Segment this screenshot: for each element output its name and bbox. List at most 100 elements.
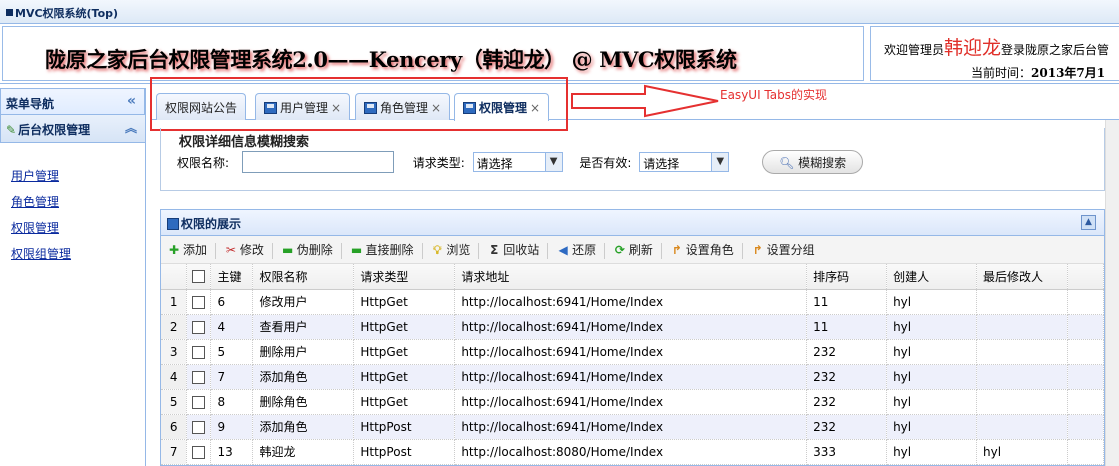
sidebar-section-header[interactable]: ✎ 后台权限管理 ︽	[0, 115, 145, 143]
time-value: 2013年7月1	[1031, 66, 1106, 80]
column-header-name[interactable]: 权限名称	[252, 264, 355, 290]
cell-id: 6	[210, 289, 254, 315]
remove-icon: ▬	[350, 243, 363, 257]
cell-filler	[1067, 439, 1104, 465]
cell-id: 4	[210, 314, 254, 340]
refresh-button[interactable]: ⟳ 刷新	[611, 241, 659, 258]
cell-creator: hyl	[886, 439, 977, 465]
table-row[interactable]: 3 5 删除用户 HttpGet http://localhost:6941/H…	[161, 339, 1104, 365]
cell-modifier	[976, 389, 1068, 415]
row-checkbox[interactable]	[186, 289, 212, 315]
sidebar: 菜单导航 « ✎ 后台权限管理 ︽ 用户管理 角色管理 权限管理 权限组管理	[0, 88, 146, 466]
table-header-row: 主键 权限名称 请求类型 请求地址 排序码 创建人 最后修改人	[161, 264, 1104, 290]
search-panel: 权限详细信息模糊搜索 权限名称: 请求类型: 请选择 ▼ 是否有效: 请选择 ▼ 🔍…	[160, 128, 1105, 191]
soft-delete-button[interactable]: ▬ 伪删除	[279, 241, 339, 258]
cell-modifier	[976, 339, 1068, 365]
request-type-select[interactable]: 请选择 ▼	[472, 152, 563, 172]
cell-request-url: http://localhost:6941/Home/Index	[454, 364, 808, 390]
cell-name: 韩迎龙	[252, 439, 355, 465]
valid-select[interactable]: 请选择 ▼	[639, 152, 730, 172]
collapse-up-icon[interactable]: ▲	[1081, 215, 1096, 230]
cell-request-url: http://localhost:6941/Home/Index	[454, 314, 808, 340]
row-checkbox[interactable]	[186, 414, 212, 440]
hard-delete-label: 直接删除	[365, 243, 414, 257]
table-row[interactable]: 5 8 删除角色 HttpGet http://localhost:6941/H…	[161, 389, 1104, 415]
welcome-panel: 欢迎管理员韩迎龙登录陇原之家后台管 当前时间：2013年7月1	[870, 26, 1119, 81]
restore-button[interactable]: ◀ 还原	[554, 241, 602, 258]
checkbox[interactable]	[192, 270, 206, 284]
welcome-prefix: 欢迎管理员	[884, 43, 945, 57]
cell-request-type: HttpGet	[353, 389, 456, 415]
checkbox[interactable]	[192, 370, 206, 384]
current-time: 当前时间：2013年7月1	[971, 64, 1106, 80]
collapse-left-icon[interactable]: «	[127, 93, 136, 109]
checkbox[interactable]	[192, 420, 206, 434]
column-header-creator[interactable]: 创建人	[886, 264, 977, 290]
valid-value: 请选择	[643, 157, 680, 171]
browse-button[interactable]: 💡︎ 浏览	[428, 241, 476, 258]
row-checkbox[interactable]	[186, 314, 212, 340]
column-header-id[interactable]: 主键	[210, 264, 254, 290]
table-row[interactable]: 7 13 韩迎龙 HttpPost http://localhost:8080/…	[161, 439, 1104, 465]
vertical-scrollbar[interactable]	[1105, 120, 1119, 466]
row-checkbox[interactable]	[186, 439, 212, 465]
recycle-bin-button[interactable]: Σ 回收站	[485, 241, 545, 258]
sidebar-item-role-management[interactable]: 角色管理	[11, 189, 145, 215]
row-number: 4	[161, 364, 188, 390]
table-row[interactable]: 2 4 查看用户 HttpGet http://localhost:6941/H…	[161, 314, 1104, 340]
column-header-modifier[interactable]: 最后修改人	[976, 264, 1068, 290]
sidebar-item-permission-management[interactable]: 权限管理	[11, 215, 145, 241]
sidebar-title: 菜单导航	[6, 97, 55, 111]
welcome-username: 韩迎龙	[944, 37, 1002, 59]
row-checkbox[interactable]	[186, 339, 212, 365]
cell-id: 5	[210, 339, 254, 365]
restore-label: 还原	[572, 243, 597, 257]
cell-name: 查看用户	[252, 314, 355, 340]
cell-creator: hyl	[886, 314, 977, 340]
hard-delete-button[interactable]: ▬ 直接删除	[348, 241, 420, 258]
collapse-up-icon[interactable]: ︽	[125, 119, 137, 136]
row-number: 7	[161, 439, 188, 465]
reload-icon: ⟳	[614, 243, 625, 257]
add-button[interactable]: ✚ 添加	[165, 241, 213, 258]
set-role-button[interactable]: ↱ 设置角色	[668, 241, 740, 258]
checkbox[interactable]	[192, 445, 206, 459]
valid-label: 是否有效:	[579, 155, 632, 170]
checkbox[interactable]	[192, 320, 206, 334]
cell-creator: hyl	[886, 414, 977, 440]
cell-filler	[1067, 389, 1104, 415]
cell-creator: hyl	[886, 339, 977, 365]
sidebar-item-user-management[interactable]: 用户管理	[11, 163, 145, 189]
cell-sort: 232	[806, 364, 888, 390]
select-all-checkbox[interactable]	[186, 264, 212, 290]
sidebar-header: 菜单导航 «	[0, 88, 145, 115]
cell-modifier	[976, 414, 1068, 440]
table-row[interactable]: 1 6 修改用户 HttpGet http://localhost:6941/H…	[161, 289, 1104, 315]
cell-id: 7	[210, 364, 254, 390]
row-checkbox[interactable]	[186, 364, 212, 390]
column-header-request-type[interactable]: 请求类型	[353, 264, 456, 290]
cell-request-url: http://localhost:6941/Home/Index	[454, 339, 808, 365]
cell-request-url: http://localhost:8080/Home/Index	[454, 439, 808, 465]
row-number: 2	[161, 314, 188, 340]
cell-sort: 11	[806, 289, 888, 315]
table-row[interactable]: 4 7 添加角色 HttpGet http://localhost:6941/H…	[161, 364, 1104, 390]
row-checkbox[interactable]	[186, 389, 212, 415]
welcome-suffix: 登录陇原之家后台管	[1001, 43, 1110, 57]
search-button[interactable]: 🔍︎ 模糊搜索	[762, 150, 864, 174]
set-group-button[interactable]: ↱ 设置分组	[749, 241, 821, 258]
checkbox[interactable]	[192, 395, 206, 409]
column-header-request-url[interactable]: 请求地址	[454, 264, 808, 290]
cell-modifier	[976, 314, 1068, 340]
column-header-sort[interactable]: 排序码	[806, 264, 888, 290]
cell-request-type: HttpGet	[353, 314, 456, 340]
redo-icon: ↱	[671, 243, 682, 257]
checkbox[interactable]	[192, 345, 206, 359]
checkbox[interactable]	[192, 295, 206, 309]
permission-name-input[interactable]	[241, 151, 394, 173]
sigma-icon: Σ	[490, 243, 499, 257]
sidebar-item-permission-group-management[interactable]: 权限组管理	[11, 241, 145, 267]
request-type-label: 请求类型:	[412, 155, 465, 170]
edit-button[interactable]: ✂ 修改	[222, 241, 270, 258]
table-row[interactable]: 6 9 添加角色 HttpPost http://localhost:6941/…	[161, 414, 1104, 440]
